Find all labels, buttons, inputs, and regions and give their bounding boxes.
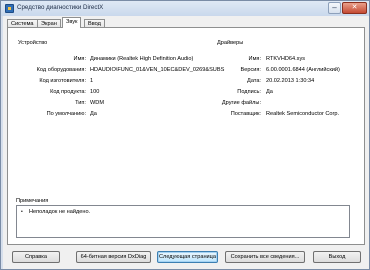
- drivers-group-title: Драйверы: [217, 40, 244, 46]
- provider-label: Поставщик:: [230, 111, 261, 117]
- exit-button[interactable]: Выход: [313, 251, 361, 263]
- device-name-value: Динамики (Realtek High Definition Audio): [90, 56, 194, 62]
- driver-signed-value: Да: [266, 89, 273, 95]
- notes-bullet: •: [21, 209, 23, 215]
- product-id-value: 100: [90, 89, 100, 95]
- minimize-button[interactable]: –: [328, 2, 341, 14]
- type-value: WDM: [90, 100, 104, 106]
- directx-app-icon: [5, 4, 14, 13]
- notes-box[interactable]: • Неполадок не найдено.: [16, 205, 350, 238]
- save-all-info-button[interactable]: Сохранить все сведения...: [225, 251, 305, 263]
- dialog-client-area: Система Экран Звук Ввод Устройство Имя: …: [3, 16, 369, 269]
- hardware-id-value: HDAUDIO\FUNC_01&VEN_10EC&DEV_0269&SUBS: [90, 67, 225, 73]
- other-files-label: Другие файлы:: [221, 100, 261, 106]
- tab-sound[interactable]: Звук: [62, 17, 82, 28]
- driver-name-value: RTKVHD64.sys: [266, 56, 306, 62]
- notes-title: Примечания: [16, 198, 49, 204]
- driver-version-value: 6.00.0001.6844 (Английский): [266, 67, 340, 73]
- title-bar[interactable]: Средство диагностики DirectX – ✕: [1, 1, 369, 16]
- driver-date-value: 20.02.2013 1:30:34: [266, 78, 315, 84]
- directx-diagnostic-window: Средство диагностики DirectX – ✕ Система…: [0, 0, 370, 270]
- driver-name-label: Имя:: [248, 56, 261, 62]
- device-name-label: Имя:: [73, 56, 86, 62]
- type-label: Тип:: [75, 100, 86, 106]
- dxdiag-64bit-button[interactable]: 64-битная версия DxDiag: [76, 251, 151, 263]
- next-page-button[interactable]: Следующая страница: [157, 251, 218, 263]
- provider-value: Realtek Semiconductor Corp.: [266, 111, 340, 117]
- product-id-label: Код продукта:: [50, 89, 86, 95]
- driver-version-label: Версия:: [240, 67, 261, 73]
- notes-text: Неполадок не найдено.: [29, 209, 91, 215]
- default-device-label: По умолчанию:: [46, 111, 86, 117]
- default-device-value: Да: [90, 111, 97, 117]
- driver-signed-label: Подпись:: [237, 89, 261, 95]
- help-button[interactable]: Справка: [12, 251, 60, 263]
- driver-date-label: Дата:: [247, 78, 261, 84]
- window-title: Средство диагностики DirectX: [17, 4, 104, 11]
- manufacturer-id-label: Код изготовителя:: [39, 78, 86, 84]
- close-button[interactable]: ✕: [342, 2, 367, 14]
- hardware-id-label: Код оборудования:: [36, 67, 86, 73]
- device-group-title: Устройство: [18, 40, 48, 46]
- manufacturer-id-value: 1: [90, 78, 94, 84]
